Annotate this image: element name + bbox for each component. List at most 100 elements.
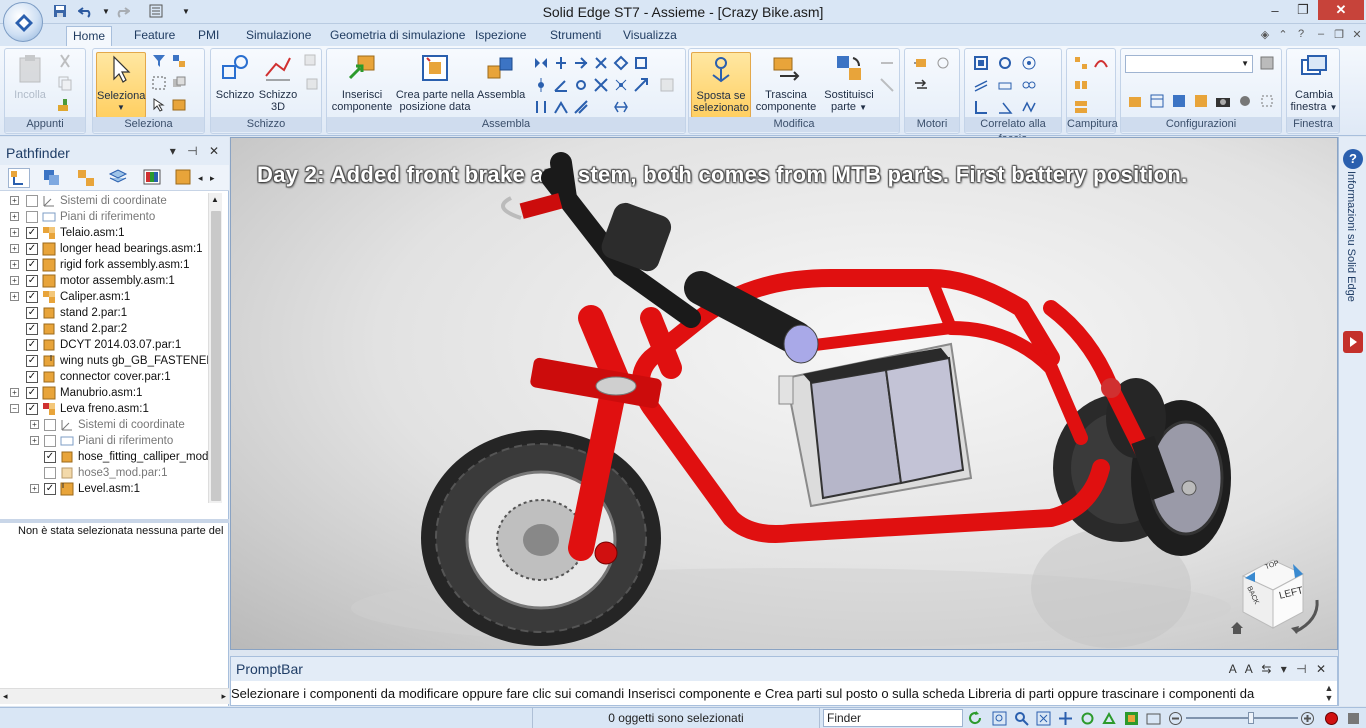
visibility-checkbox[interactable]: ✓ xyxy=(26,243,38,255)
tree-item[interactable]: + Piani di riferimento xyxy=(0,433,208,449)
filter-select-icon[interactable] xyxy=(151,53,167,69)
restore-button[interactable]: ❐ xyxy=(1290,0,1316,20)
drag-component-button[interactable]: Trascina componente ▼ xyxy=(751,52,821,126)
transfer-icon[interactable] xyxy=(879,55,895,71)
disperse-icon[interactable] xyxy=(879,77,895,93)
rigid-set-icon[interactable] xyxy=(633,55,649,71)
zoom-in-icon[interactable] xyxy=(1300,711,1315,726)
minimize-button[interactable]: – xyxy=(1262,0,1288,20)
tree-item[interactable]: + Sistemi di coordinate xyxy=(0,417,208,433)
tree-vertical-scrollbar[interactable]: ▲ xyxy=(208,193,222,503)
visibility-checkbox[interactable] xyxy=(44,435,56,447)
finder-input[interactable]: Finder xyxy=(823,709,963,727)
view-cube[interactable]: LEFT TOP BACK xyxy=(1221,548,1331,648)
planar-align-icon[interactable] xyxy=(553,55,569,71)
insert-relationship-icon[interactable] xyxy=(593,55,609,71)
visibility-checkbox[interactable] xyxy=(26,211,38,223)
select-parts-icon[interactable] xyxy=(171,53,187,69)
tangent-icon[interactable] xyxy=(573,77,589,93)
assemble-button[interactable]: Assembla xyxy=(477,52,525,101)
mirror-icon[interactable] xyxy=(1073,77,1089,93)
zoom-area-icon[interactable] xyxy=(992,711,1007,726)
angle-icon[interactable] xyxy=(553,77,569,93)
config-select-icon[interactable] xyxy=(1237,93,1253,109)
select-layer-icon[interactable] xyxy=(171,75,187,91)
visibility-checkbox[interactable]: ✓ xyxy=(26,355,38,367)
tab-home[interactable]: Home xyxy=(66,26,113,46)
pathfinder-controls[interactable]: ▾ ⊣ ✕ xyxy=(170,144,223,158)
face-plane-icon[interactable] xyxy=(973,55,989,71)
visibility-checkbox[interactable]: ✓ xyxy=(26,323,38,335)
tree-item[interactable]: + ✓ Caliper.asm:1 xyxy=(0,289,208,305)
tree-item[interactable]: ✓ connector cover.par:1 xyxy=(0,369,208,385)
visibility-checkbox[interactable]: ✓ xyxy=(44,451,56,463)
tree-item[interactable]: ✓ hose_fitting_calliper_mod.p xyxy=(0,449,208,465)
replace-part-button[interactable]: Sostituisci parte ▼ xyxy=(823,52,875,114)
expand-icon[interactable]: + xyxy=(10,196,19,205)
tabs-scroll-left-icon[interactable]: ◂ xyxy=(198,168,210,188)
visibility-checkbox[interactable]: ✓ xyxy=(26,403,38,415)
cut-icon[interactable] xyxy=(57,53,73,69)
cam-icon[interactable] xyxy=(593,77,609,93)
tab-pmi[interactable]: PMI xyxy=(192,26,225,46)
parts-tab[interactable] xyxy=(76,168,98,188)
tree-item[interactable]: + ✓ motor assembly.asm:1 xyxy=(0,273,208,289)
select-cursor-box-icon[interactable] xyxy=(151,97,167,113)
copy-icon[interactable] xyxy=(57,75,73,91)
scroll-left-icon[interactable]: ◂ xyxy=(3,691,8,702)
face-offset-icon[interactable] xyxy=(997,77,1013,93)
select-tool-button[interactable]: Seleziona ▼ xyxy=(96,52,146,118)
camera-icon[interactable] xyxy=(1215,93,1231,109)
stack-tab[interactable] xyxy=(108,168,130,188)
center-plane-icon[interactable] xyxy=(613,55,629,71)
view-style-icon[interactable] xyxy=(1124,711,1139,726)
face-symmetric-icon[interactable] xyxy=(1021,77,1037,93)
config-hide-icon[interactable] xyxy=(1171,93,1187,109)
record-icon[interactable] xyxy=(1324,711,1339,726)
pattern-icon[interactable] xyxy=(1073,55,1089,71)
ground-icon[interactable] xyxy=(613,77,629,93)
visibility-checkbox[interactable]: ✓ xyxy=(26,227,38,239)
expand-icon[interactable]: + xyxy=(30,436,39,445)
insert-component-button[interactable]: Inserisci componente xyxy=(329,52,395,113)
tabs-scroll-right-icon[interactable]: ▸ xyxy=(210,168,222,188)
visibility-checkbox[interactable]: ✓ xyxy=(26,291,38,303)
mate-icon[interactable] xyxy=(533,55,549,71)
fit-icon[interactable] xyxy=(1036,711,1051,726)
zoom-icon[interactable] xyxy=(1014,711,1029,726)
visibility-checkbox[interactable]: ✓ xyxy=(26,307,38,319)
tree-item[interactable]: + ✓ longer head bearings.asm:1 xyxy=(0,241,208,257)
sketch-project-icon[interactable] xyxy=(303,75,319,91)
save-configuration-icon[interactable] xyxy=(1259,55,1275,71)
tab-simulazione[interactable]: Simulazione xyxy=(240,26,317,46)
named-views-icon[interactable] xyxy=(1146,711,1161,726)
path-icon[interactable] xyxy=(573,99,589,115)
sketch-copy-icon[interactable] xyxy=(303,53,319,69)
tree-item[interactable]: + ✓ rigid fork assembly.asm:1 xyxy=(0,257,208,273)
doc-minimize-icon[interactable]: – xyxy=(1314,28,1328,42)
paste-button[interactable]: Incolla xyxy=(9,52,51,101)
config-options-icon[interactable] xyxy=(1259,93,1275,109)
face-perpendicular-icon[interactable] xyxy=(973,99,989,115)
sketch-button[interactable]: Schizzo xyxy=(213,52,257,101)
doc-restore-icon[interactable]: ❐ xyxy=(1332,28,1346,42)
gear-relation-icon[interactable] xyxy=(553,99,569,115)
face-parallel-icon[interactable] xyxy=(973,77,989,93)
tree-item[interactable]: ✓ stand 2.par:2 xyxy=(0,321,208,337)
app-menu-button[interactable] xyxy=(3,2,43,42)
help-icon[interactable]: ? xyxy=(1294,28,1308,42)
promptbar-controls[interactable]: A A ⇆ ▾ ⊣ ✕ xyxy=(1229,662,1329,676)
scroll-right-icon[interactable]: ▸ xyxy=(221,691,226,702)
tree-item[interactable]: − ✓ Leva freno.asm:1 xyxy=(0,401,208,417)
appearance-tab[interactable] xyxy=(142,168,164,188)
visibility-checkbox[interactable]: ✓ xyxy=(26,371,38,383)
switch-window-button[interactable]: Cambia finestra ▼ xyxy=(1289,52,1339,114)
scroll-up-icon[interactable]: ▲ xyxy=(211,195,219,204)
tree-item[interactable]: + ✓ Level.asm:1 xyxy=(0,481,208,497)
tab-strumenti[interactable]: Strumenti xyxy=(544,26,607,46)
config-show-icon[interactable] xyxy=(1193,93,1209,109)
expand-icon[interactable]: + xyxy=(10,276,19,285)
expand-icon[interactable]: + xyxy=(30,484,39,493)
tree-item[interactable]: ✓ DCYT 2014.03.07.par:1 xyxy=(0,337,208,353)
visibility-checkbox[interactable]: ✓ xyxy=(26,259,38,271)
